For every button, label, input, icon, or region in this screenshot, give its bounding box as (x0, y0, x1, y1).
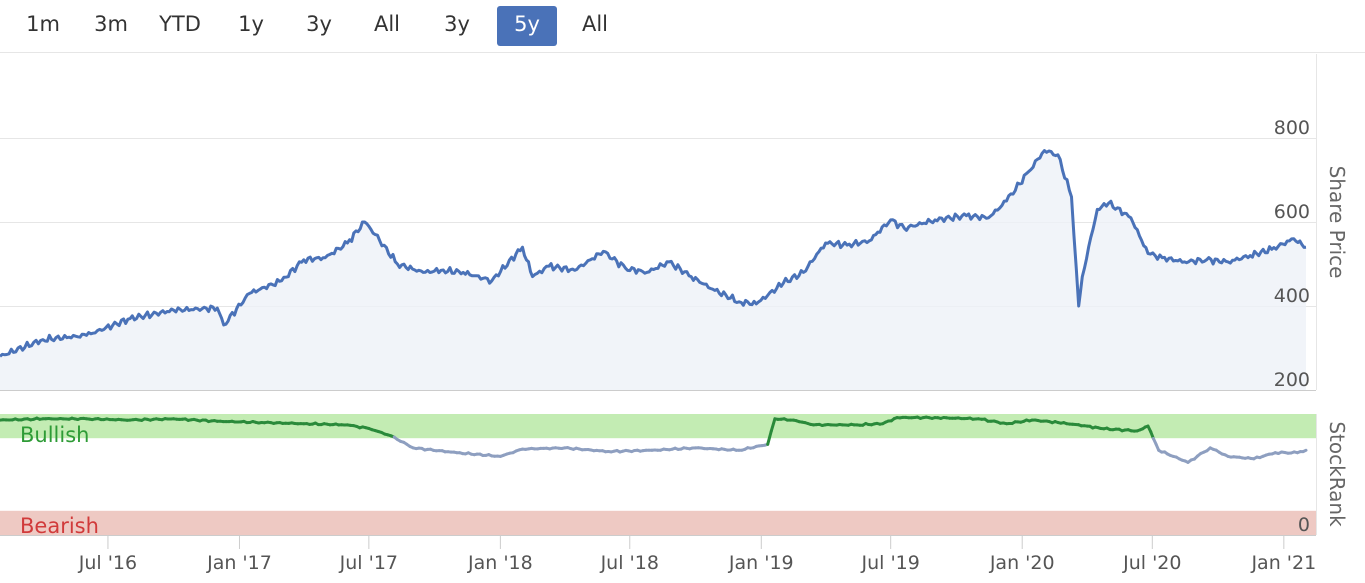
price-tick-label: 600 (1274, 201, 1310, 223)
x-axis-ticks: Jul '16 Jan '17 Jul '17 Jan '18 Jul '18 Jan '… (78, 536, 1316, 574)
bullish-label: Bullish (20, 423, 89, 447)
rank-axis-title: StockRank (1325, 421, 1349, 527)
range-button-1y[interactable]: 1y (222, 6, 280, 46)
range-selector: 1m 3m YTD 1y 3y All 3y 5y All (0, 0, 1365, 52)
x-tick-label: Jan '18 (467, 552, 533, 574)
bearish-label: Bearish (20, 514, 99, 538)
x-tick-label: Jan '19 (728, 552, 794, 574)
range-button-3y-alt[interactable]: 3y (428, 6, 486, 46)
stockrank-segment (1301, 448, 1308, 454)
bearish-band (0, 510, 1316, 535)
x-tick-label: Jan '20 (989, 552, 1055, 574)
stock-chart: 200 400 600 800 Share Price Bullish Bearish… (0, 52, 1365, 574)
rank-tick-label: 0 (1298, 514, 1310, 536)
price-tick-label: 800 (1274, 117, 1310, 139)
x-tick-label: Jul '17 (339, 552, 398, 574)
bullish-band (0, 414, 1316, 439)
range-button-all[interactable]: All (358, 6, 416, 46)
price-tick-label: 200 (1274, 369, 1310, 391)
rank-axis-ticks: 0 (1298, 514, 1310, 536)
x-tick-label: Jul '16 (78, 552, 137, 574)
x-tick-label: Jan '21 (1250, 552, 1316, 574)
range-button-all-alt[interactable]: All (566, 6, 624, 46)
x-tick-label: Jan '17 (206, 552, 272, 574)
x-tick-label: Jul '19 (860, 552, 919, 574)
range-button-ytd[interactable]: YTD (148, 6, 212, 46)
range-button-3m[interactable]: 3m (82, 6, 140, 46)
range-button-3y[interactable]: 3y (290, 6, 348, 46)
x-tick-label: Jul '20 (1122, 552, 1181, 574)
price-tick-label: 400 (1274, 285, 1310, 307)
x-tick-label: Jul '18 (600, 552, 659, 574)
price-axis-title: Share Price (1325, 166, 1349, 279)
range-button-1m[interactable]: 1m (14, 6, 72, 46)
range-button-5y[interactable]: 5y (497, 6, 557, 46)
